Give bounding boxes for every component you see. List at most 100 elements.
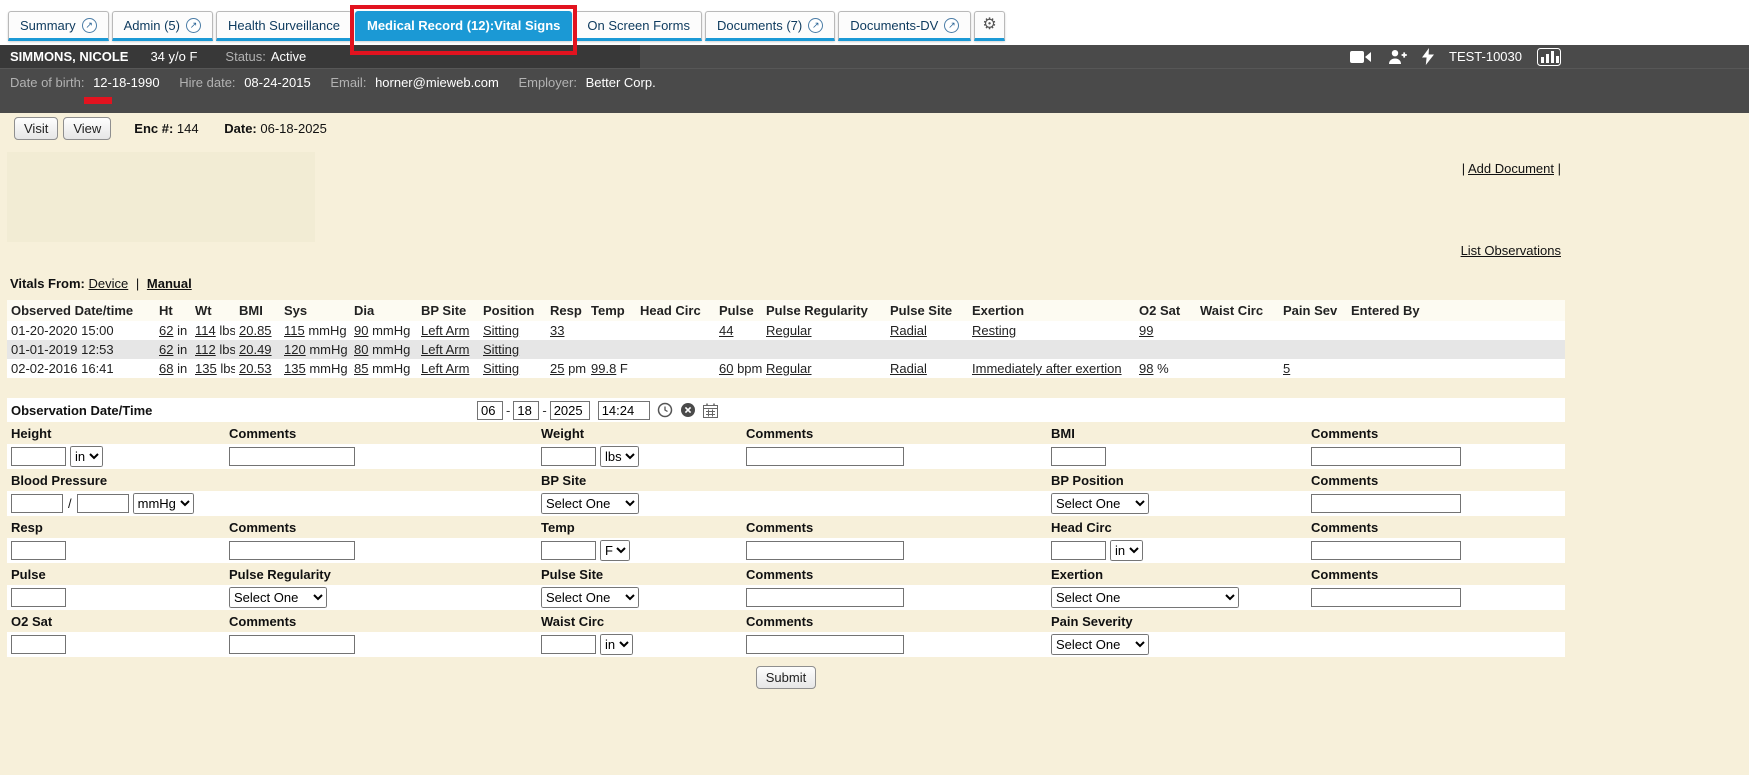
vital-value-link[interactable]: 62 <box>159 323 173 338</box>
obs-year-input[interactable] <box>550 401 590 420</box>
o2-sat-comments-input[interactable] <box>229 635 355 654</box>
vitals-from-manual-link[interactable]: Manual <box>147 276 192 291</box>
add-person-icon[interactable] <box>1387 49 1407 65</box>
weight-unit-select[interactable]: lbs <box>600 446 639 467</box>
resp-comments-input[interactable] <box>229 541 355 560</box>
o2-sat-input[interactable] <box>11 635 66 654</box>
view-button[interactable]: View <box>63 117 111 140</box>
vital-value-link[interactable]: 135 <box>195 361 217 376</box>
tab-documents-dv[interactable]: Documents-DV ↗ <box>838 11 971 41</box>
height-input[interactable] <box>11 447 66 466</box>
settings-button[interactable]: ⚙ <box>974 11 1004 41</box>
bp-comments-input[interactable] <box>1311 494 1461 513</box>
vital-value-link[interactable]: Left Arm <box>421 342 469 357</box>
vital-value-link[interactable]: Radial <box>890 361 927 376</box>
weight-input[interactable] <box>541 447 596 466</box>
vital-value-link[interactable]: Sitting <box>483 323 519 338</box>
vital-value-link[interactable]: 5 <box>1283 361 1290 376</box>
bp-site-select[interactable]: Select One <box>541 493 639 514</box>
obs-time-input[interactable] <box>598 401 650 420</box>
vital-value-link[interactable]: 20.49 <box>239 342 272 357</box>
head-circ-input[interactable] <box>1051 541 1106 560</box>
vital-value-link[interactable]: 25 <box>550 361 564 376</box>
submit-button[interactable]: Submit <box>756 666 816 689</box>
vital-value-link[interactable]: Resting <box>972 323 1016 338</box>
pulse-comments-input[interactable] <box>746 588 904 607</box>
vital-value-link[interactable]: 44 <box>719 323 733 338</box>
head-circ-unit-select[interactable]: in <box>1110 540 1143 561</box>
waist-unit-select[interactable]: in <box>600 634 633 655</box>
vital-value-link[interactable]: 98 <box>1139 361 1153 376</box>
bmi-label: BMI <box>1051 426 1311 441</box>
bp-position-select[interactable]: Select One <box>1051 493 1149 514</box>
bp-position-label: BP Position <box>1051 473 1311 488</box>
vital-value-link[interactable]: 99 <box>1139 323 1153 338</box>
vital-value-link[interactable]: 80 <box>354 342 368 357</box>
vital-value-link[interactable]: 120 <box>284 342 306 357</box>
vital-value-link[interactable]: 112 <box>195 342 216 357</box>
head-circ-comments-input[interactable] <box>1311 541 1461 560</box>
vital-value-link[interactable]: 33 <box>550 323 564 338</box>
vital-value-link[interactable]: 20.53 <box>239 361 272 376</box>
clock-icon[interactable] <box>657 402 673 418</box>
pulse-input[interactable] <box>11 588 66 607</box>
pain-severity-select[interactable]: Select One <box>1051 634 1149 655</box>
bmi-input[interactable] <box>1051 447 1106 466</box>
vital-value-link[interactable]: 114 <box>195 323 216 338</box>
temp-input[interactable] <box>541 541 596 560</box>
exertion-select[interactable]: Select One <box>1051 587 1239 608</box>
pulse-site-select[interactable]: Select One <box>541 587 639 608</box>
bp-diastolic-input[interactable] <box>77 494 129 513</box>
vital-value-link[interactable]: Sitting <box>483 342 519 357</box>
exertion-comments-input[interactable] <box>1311 588 1461 607</box>
bmi-comments-input[interactable] <box>1311 447 1461 466</box>
obs-month-input[interactable] <box>477 401 503 420</box>
waist-circ-input[interactable] <box>541 635 596 654</box>
obs-day-input[interactable] <box>513 401 539 420</box>
weight-comments-input[interactable] <box>746 447 904 466</box>
bp-systolic-input[interactable] <box>11 494 63 513</box>
vital-value-link[interactable]: 115 <box>284 323 305 338</box>
vital-value-link[interactable]: 99.8 <box>591 361 616 376</box>
tab-documents[interactable]: Documents (7) ↗ <box>705 11 835 41</box>
vital-value-link[interactable]: Regular <box>766 361 812 376</box>
vital-value-link[interactable]: 135 <box>284 361 306 376</box>
vital-value-link[interactable]: Immediately after exertion <box>972 361 1122 376</box>
vital-value-link[interactable]: 68 <box>159 361 173 376</box>
vital-value-link[interactable]: Radial <box>890 323 927 338</box>
list-observations-link[interactable]: List Observations <box>1461 243 1561 258</box>
lightning-icon[interactable] <box>1422 48 1434 65</box>
clear-datetime-icon[interactable] <box>680 402 696 418</box>
temp-comments-input[interactable] <box>746 541 904 560</box>
video-camera-icon[interactable] <box>1350 50 1372 64</box>
tab-on-screen-forms[interactable]: On Screen Forms <box>575 11 702 41</box>
tab-medical-record-vital-signs[interactable]: Medical Record (12):Vital Signs <box>355 11 572 41</box>
vital-value-link[interactable]: Left Arm <box>421 323 469 338</box>
resp-input[interactable] <box>11 541 66 560</box>
vital-value-link[interactable]: 85 <box>354 361 368 376</box>
tab-summary[interactable]: Summary ↗ <box>8 11 109 41</box>
visit-button[interactable]: Visit <box>14 117 58 140</box>
add-document-link[interactable]: Add Document <box>1468 161 1554 176</box>
tab-health-surveillance[interactable]: Health Surveillance <box>216 11 352 41</box>
vitals-cell: 5 <box>1279 359 1347 378</box>
vital-value-link[interactable]: Regular <box>766 323 812 338</box>
calendar-icon[interactable] <box>703 403 718 418</box>
vital-value-link[interactable]: 62 <box>159 342 173 357</box>
chart-stats-icon[interactable] <box>1537 48 1561 66</box>
vital-value-link[interactable]: 60 <box>719 361 733 376</box>
height-comments-input[interactable] <box>229 447 355 466</box>
vitals-from-device-link[interactable]: Device <box>89 276 129 291</box>
pulse-label: Pulse <box>11 567 229 582</box>
vital-value-link[interactable]: Sitting <box>483 361 519 376</box>
vitals-cell: 85 mmHg <box>350 359 417 378</box>
pulse-regularity-select[interactable]: Select One <box>229 587 327 608</box>
vital-value-link[interactable]: Left Arm <box>421 361 469 376</box>
height-unit-select[interactable]: in <box>70 446 103 467</box>
vital-value-link[interactable]: 20.85 <box>239 323 272 338</box>
tab-admin[interactable]: Admin (5) ↗ <box>112 11 213 41</box>
vital-value-link[interactable]: 90 <box>354 323 368 338</box>
temp-unit-select[interactable]: F <box>600 540 630 561</box>
waist-comments-input[interactable] <box>746 635 904 654</box>
bp-unit-select[interactable]: mmHg <box>133 493 194 514</box>
